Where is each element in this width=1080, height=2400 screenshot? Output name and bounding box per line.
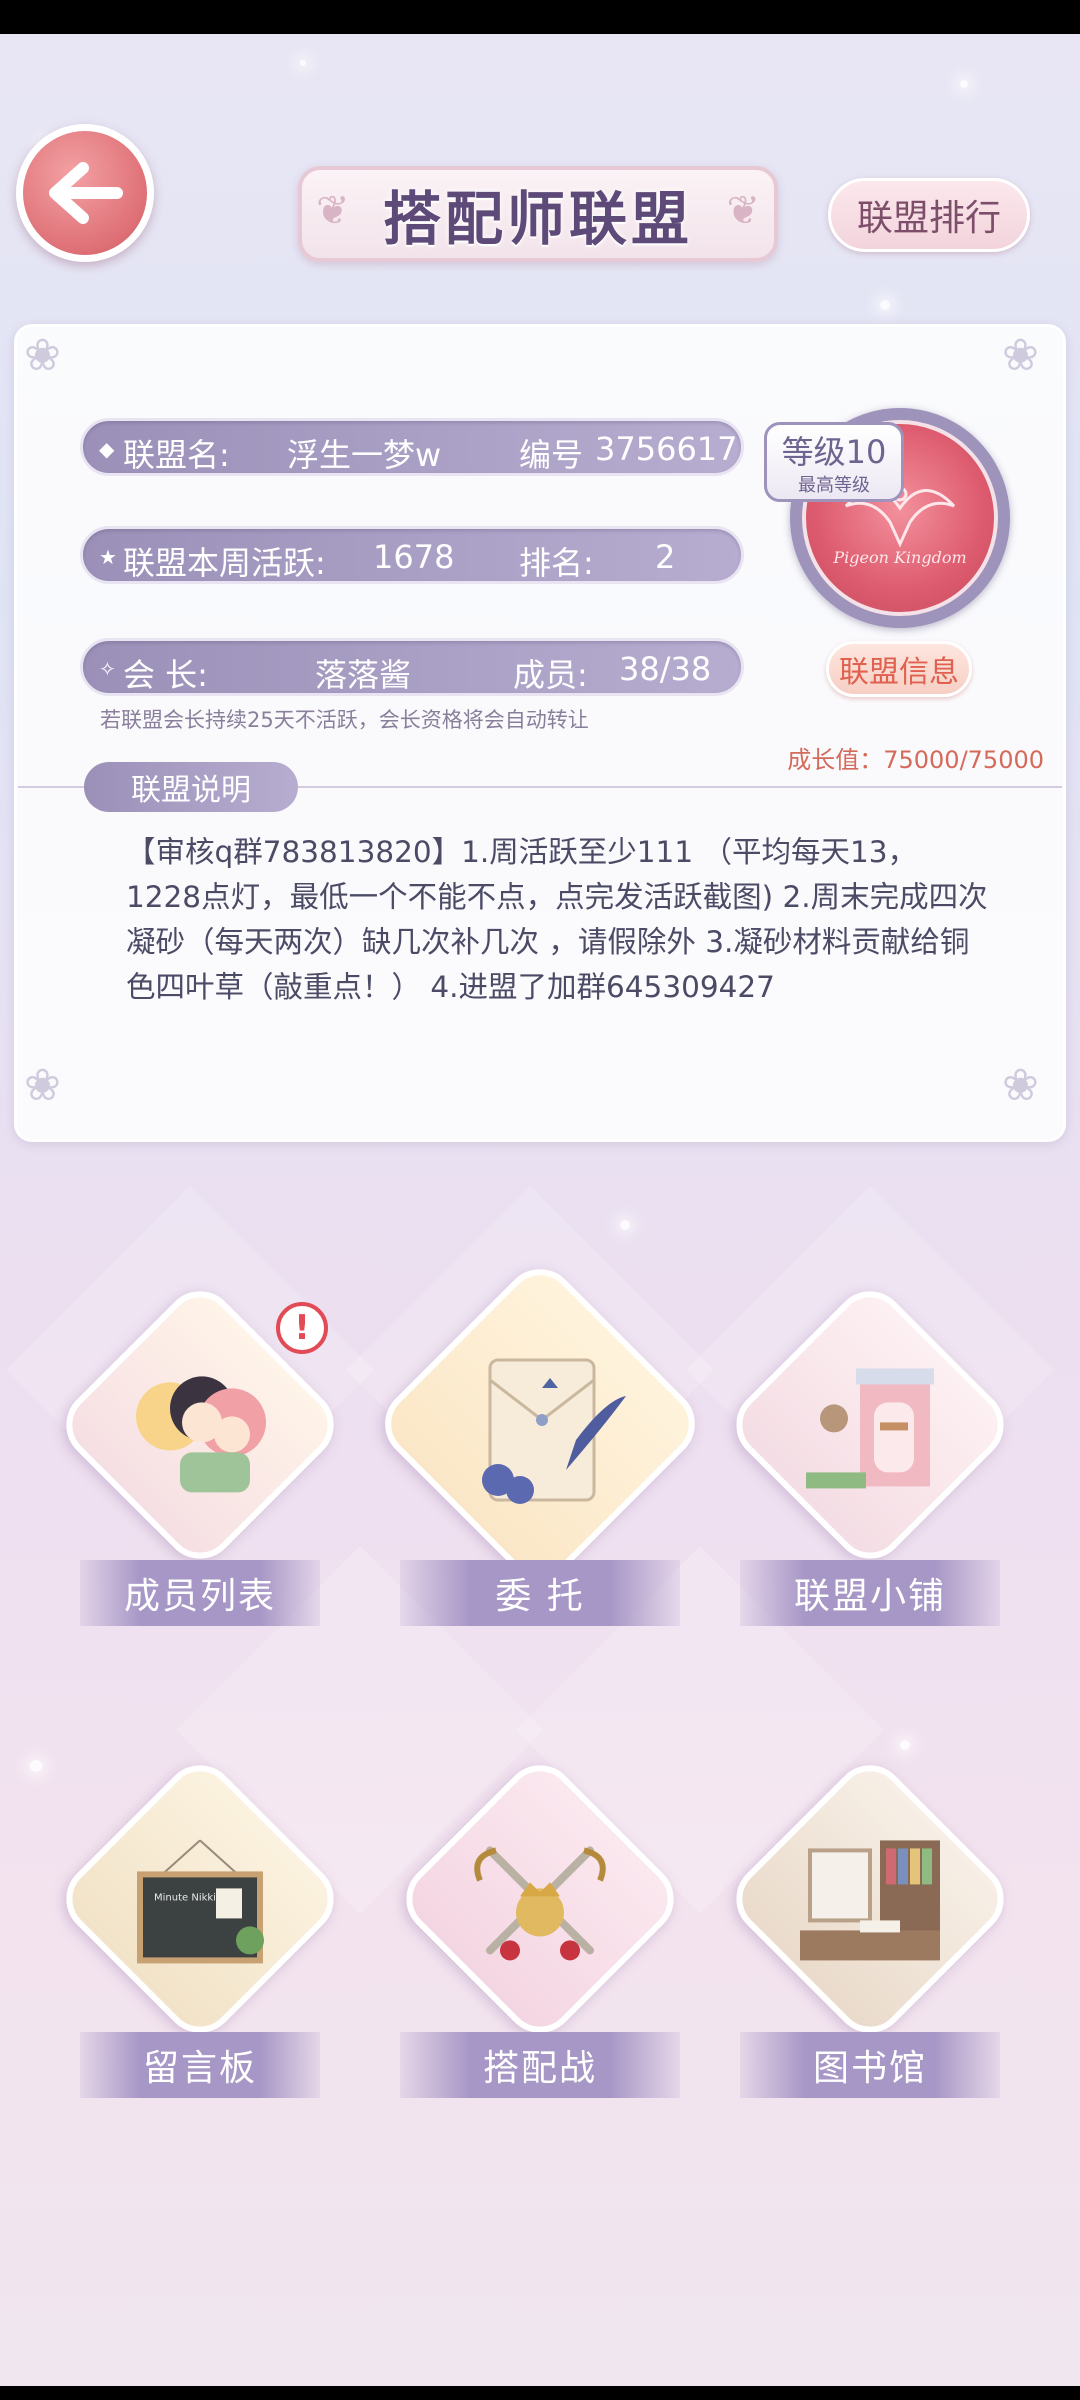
back-button[interactable]: [16, 124, 154, 262]
alert-badge: !: [276, 1302, 328, 1354]
alliance-shop-label: 联盟小铺: [740, 1560, 1000, 1626]
description-tab: 联盟说明: [84, 762, 298, 812]
sparkle-icon: ✧: [99, 657, 116, 681]
navigation-bar: [0, 2386, 1080, 2400]
alliance-shop-tile[interactable]: 联盟小铺: [721, 1276, 1019, 1630]
weekly-activity-value: 1678: [373, 538, 455, 576]
rose-ornament-icon: ❀: [1002, 330, 1039, 381]
emblem-text: Pigeon Kingdom: [833, 548, 967, 567]
growth-value: 成长值：75000/75000: [787, 746, 1044, 774]
star-icon: ★: [99, 545, 117, 569]
alliance-ranking-button[interactable]: 联盟排行: [828, 178, 1030, 252]
leader-name: 落落酱: [315, 656, 412, 694]
leader-transfer-notice: 若联盟会长持续25天不活跃，会长资格将会自动转让: [100, 708, 589, 732]
alliance-info-button[interactable]: 联盟信息: [826, 641, 972, 697]
rank-value: 2: [655, 538, 676, 576]
rank-label: 排名:: [519, 544, 594, 582]
ornament-icon: ❦: [316, 188, 350, 234]
page-title: 搭配师联盟: [382, 185, 693, 253]
members-count: 38/38: [619, 650, 712, 688]
ornament-icon: ❦: [726, 188, 760, 234]
styling-battle-tile[interactable]: 搭配战: [391, 1750, 689, 2110]
arrow-left-icon: [49, 162, 123, 224]
level-note: 最高等级: [798, 475, 870, 496]
title-plate: ❦ 搭配师联盟 ❦: [298, 166, 778, 262]
member-list-label: 成员列表: [80, 1560, 320, 1626]
alliance-name-row: ◆ 联盟名: 浮生一梦w 编号 3756617: [80, 418, 744, 476]
leader-row: ✧ 会 长: 落落酱 成员: 38/38: [80, 638, 744, 696]
leader-label: 会 长:: [123, 656, 208, 694]
level-badge: 等级10 最高等级: [764, 422, 904, 502]
commission-icon: [482, 1358, 626, 1504]
status-bar: [0, 0, 1080, 34]
library-icon: [800, 1840, 940, 1961]
battle-icon: [474, 1846, 606, 1961]
library-label: 图书馆: [740, 2032, 1000, 2098]
styling-battle-label: 搭配战: [400, 2032, 680, 2098]
weekly-activity-row: ★ 联盟本周活跃: 1678 排名: 2: [80, 526, 744, 584]
message-board-tile[interactable]: Minute Nikki 留言板: [51, 1750, 349, 2110]
rose-ornament-icon: ❀: [24, 1060, 61, 1111]
commission-label: 委 托: [400, 1560, 680, 1626]
message-board-label: 留言板: [80, 2032, 320, 2098]
commission-tile[interactable]: 委 托: [370, 1254, 710, 1630]
rose-ornament-icon: ❀: [1002, 1060, 1039, 1111]
message-board-icon: Minute Nikki: [137, 1839, 264, 1964]
alliance-id: 3756617: [595, 430, 738, 468]
library-tile[interactable]: 图书馆: [721, 1750, 1019, 2110]
board-text: Minute Nikki: [154, 1892, 216, 1903]
alliance-id-label: 编号: [519, 436, 584, 474]
shop-icon: [806, 1368, 934, 1489]
weekly-activity-label: 联盟本周活跃:: [123, 544, 326, 582]
alliance-description: 【审核q群783813820】1.周活跃至少111 （平均每天13，1228点灯…: [126, 835, 988, 1004]
rose-ornament-icon: ❀: [24, 330, 61, 381]
members-icon: [136, 1376, 266, 1493]
alliance-name-label: 联盟名:: [123, 436, 230, 474]
shield-icon: ◆: [99, 437, 115, 461]
members-label: 成员:: [513, 656, 588, 694]
level-value: 等级10: [781, 433, 887, 471]
alliance-name: 浮生一梦w: [287, 436, 442, 474]
